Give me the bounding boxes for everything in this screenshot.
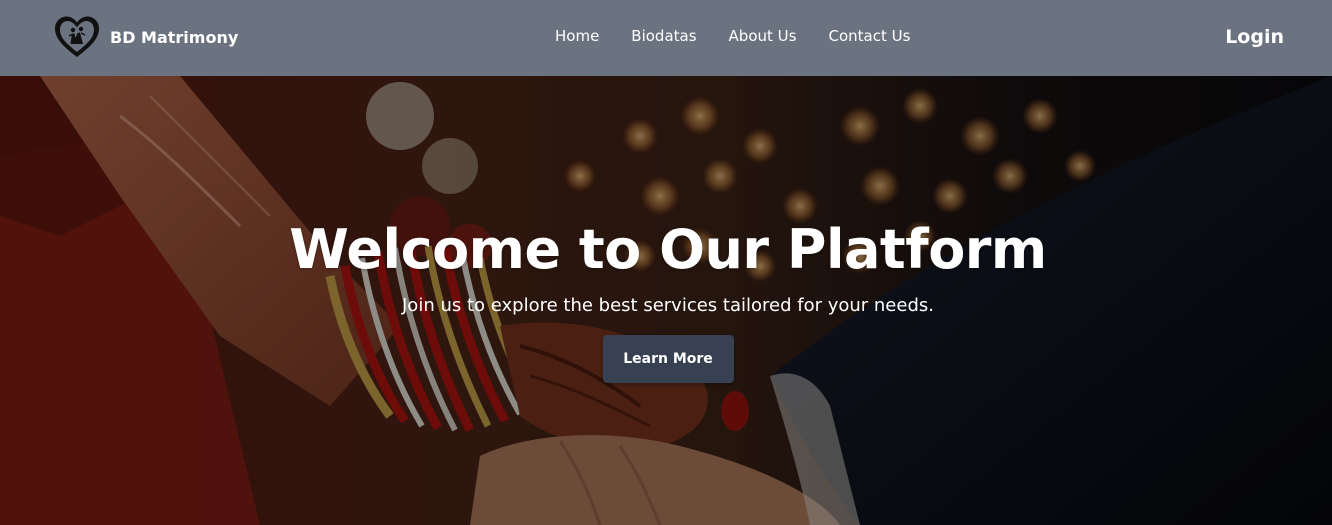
brand-name: BD Matrimony xyxy=(110,27,239,47)
hero-content: Welcome to Our Platform Join us to explo… xyxy=(0,214,1332,383)
login-link[interactable]: Login xyxy=(1225,24,1284,50)
nav-link-home[interactable]: Home xyxy=(555,26,599,46)
nav-link-biodatas[interactable]: Biodatas xyxy=(631,26,696,46)
learn-more-button[interactable]: Learn More xyxy=(602,335,734,383)
navbar: BD Matrimony Home Biodatas About Us Cont… xyxy=(0,0,1332,76)
brand-link[interactable]: BD Matrimony xyxy=(52,14,238,60)
hero-subtitle: Join us to explore the best services tai… xyxy=(402,295,934,316)
main-nav: Home Biodatas About Us Contact Us xyxy=(555,26,910,46)
heart-couple-logo-icon xyxy=(55,16,99,57)
nav-link-about-us[interactable]: About Us xyxy=(729,26,797,46)
hero-section: Welcome to Our Platform Join us to explo… xyxy=(0,76,1332,525)
nav-link-contact-us[interactable]: Contact Us xyxy=(828,26,910,46)
hero-title: Welcome to Our Platform xyxy=(289,218,1047,281)
